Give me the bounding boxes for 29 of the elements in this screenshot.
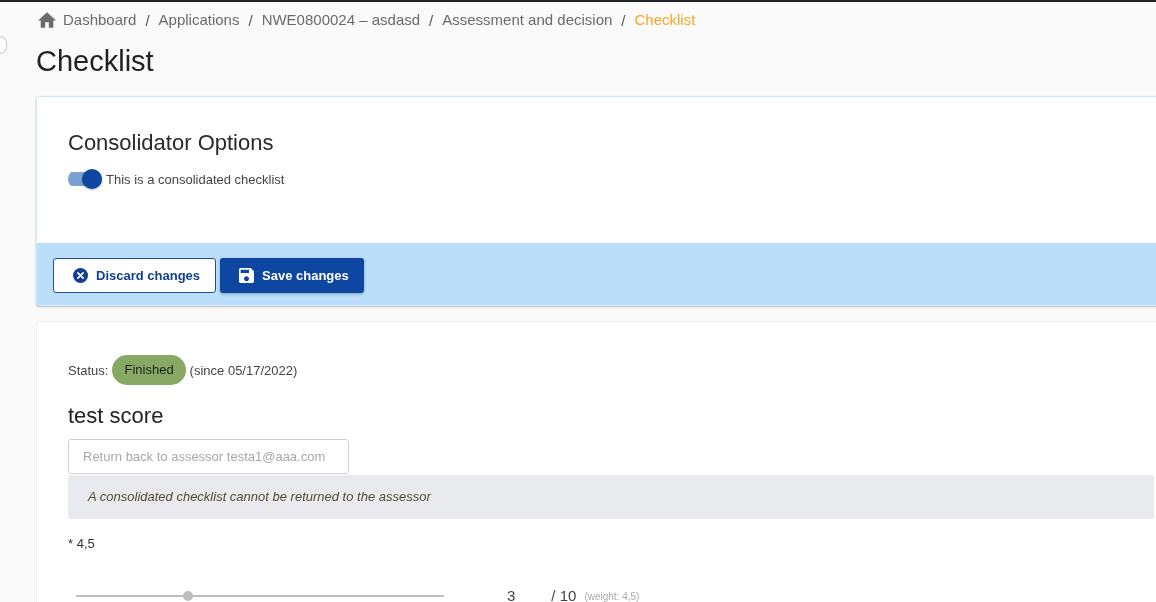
status-date: (since 05/17/2022) — [189, 362, 298, 378]
info-notice: A consolidated checklist cannot be returned to the assessor — [68, 475, 1154, 519]
weight-label: (weight: 4,5) — [584, 590, 640, 602]
edge-handle-icon[interactable] — [0, 36, 7, 54]
breadcrumb-separator: / — [621, 11, 626, 29]
breadcrumb-separator: / — [145, 11, 150, 29]
breadcrumb-separator: / — [248, 11, 253, 29]
save-icon — [239, 268, 255, 283]
section-title: Consolidator Options — [68, 129, 275, 157]
status-badge: Finished — [112, 355, 186, 385]
toggle-switch[interactable] — [68, 169, 102, 189]
breadcrumb-item[interactable]: Dashboard — [38, 10, 137, 30]
close-circle-icon — [73, 268, 88, 283]
score-value: 3 — [507, 588, 516, 602]
discard-button[interactable]: Discard changes — [53, 258, 217, 293]
question-label: * 4,5 — [68, 536, 96, 552]
breadcrumb-item[interactable]: NWE0800024 – asdasd — [261, 10, 421, 30]
breadcrumb-separator: / — [429, 11, 434, 29]
save-button[interactable]: Save changes — [220, 258, 364, 293]
page-title: Checklist — [36, 44, 155, 79]
home-icon — [38, 12, 56, 28]
breadcrumb-item[interactable]: Assessment and decision — [442, 10, 613, 30]
checklist-title: test score — [68, 403, 165, 429]
breadcrumb-item[interactable]: Applications — [158, 10, 240, 30]
score-max: / 10 — [551, 588, 577, 602]
breadcrumb-item: Checklist — [634, 10, 696, 30]
return-field[interactable]: Return back to assessor testa1@aaa.com — [68, 439, 349, 474]
toggle-label: This is a consolidated checklist — [106, 171, 285, 187]
status-label: Status: — [68, 362, 109, 378]
